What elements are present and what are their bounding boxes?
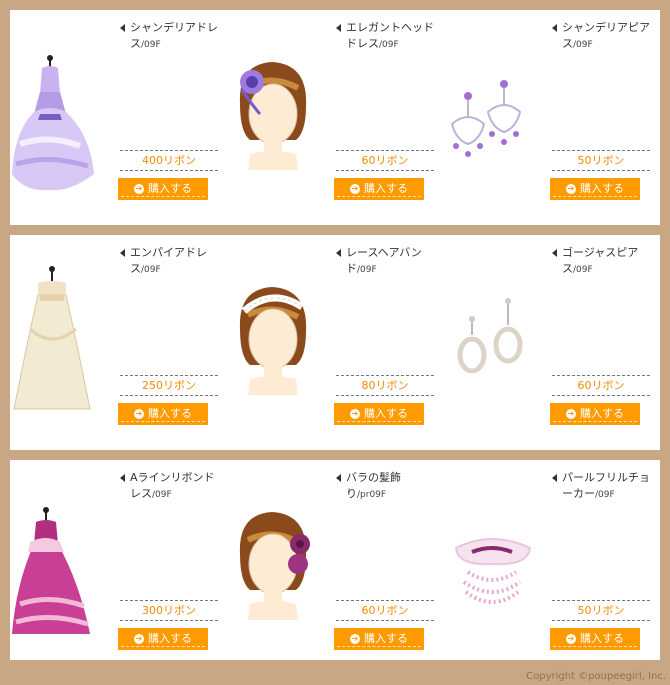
caret-left-icon bbox=[552, 474, 557, 482]
price-label: 50リボン bbox=[552, 600, 650, 621]
product-card: エレガントヘッドドレス/09F 60リボン ➔ 購入する bbox=[226, 10, 442, 220]
arrow-right-icon: ➔ bbox=[134, 634, 144, 644]
buy-button[interactable]: ➔ 購入する bbox=[334, 178, 424, 200]
caret-left-icon bbox=[336, 24, 341, 32]
price-label: 250リボン bbox=[120, 375, 218, 396]
caret-left-icon bbox=[552, 24, 557, 32]
arrow-right-icon: ➔ bbox=[350, 409, 360, 419]
buy-button[interactable]: ➔ 購入する bbox=[550, 403, 640, 425]
rose-hair-ornament-image[interactable] bbox=[226, 474, 334, 644]
price-label: 60リボン bbox=[336, 600, 434, 621]
arrow-right-icon: ➔ bbox=[134, 184, 144, 194]
arrow-right-icon: ➔ bbox=[566, 634, 576, 644]
product-row: エンパイアドレス/09F 250リボン ➔ 購入する レースヘアバンド/09F 8… bbox=[10, 235, 660, 450]
lavender-ballgown-dress-image[interactable] bbox=[10, 24, 118, 194]
product-name[interactable]: Aラインリボンドレス/09F bbox=[120, 470, 222, 503]
product-card: エンパイアドレス/09F 250リボン ➔ 購入する bbox=[10, 235, 226, 445]
buy-button[interactable]: ➔ 購入する bbox=[118, 403, 208, 425]
caret-left-icon bbox=[120, 24, 125, 32]
purple-flower-headdress-image[interactable] bbox=[226, 24, 334, 194]
product-name[interactable]: ゴージャスピアス/09F bbox=[552, 245, 654, 278]
price-label: 50リボン bbox=[552, 150, 650, 171]
lace-hairband-image[interactable] bbox=[226, 249, 334, 419]
buy-button[interactable]: ➔ 購入する bbox=[550, 178, 640, 200]
product-name[interactable]: シャンデリアピアス/09F bbox=[552, 20, 654, 53]
caret-left-icon bbox=[552, 249, 557, 257]
copyright-notice: Copyright ©poupeegirl, Inc. bbox=[526, 671, 666, 682]
product-name[interactable]: エレガントヘッドドレス/09F bbox=[336, 20, 438, 53]
caret-left-icon bbox=[120, 474, 125, 482]
price-label: 60リボン bbox=[552, 375, 650, 396]
caret-left-icon bbox=[336, 474, 341, 482]
magenta-ribbon-dress-image[interactable] bbox=[10, 474, 118, 644]
price-label: 60リボン bbox=[336, 150, 434, 171]
arrow-right-icon: ➔ bbox=[566, 184, 576, 194]
product-name[interactable]: レースヘアバンド/09F bbox=[336, 245, 438, 278]
product-card: シャンデリアピアス/09F 50リボン ➔ 購入する bbox=[442, 10, 658, 220]
product-row: Aラインリボンドレス/09F 300リボン ➔ 購入する バラの髪飾り/pr09F… bbox=[10, 460, 660, 660]
product-name[interactable]: シャンデリアドレス/09F bbox=[120, 20, 222, 53]
product-card: Aラインリボンドレス/09F 300リボン ➔ 購入する bbox=[10, 460, 226, 670]
product-card: ゴージャスピアス/09F 60リボン ➔ 購入する bbox=[442, 235, 658, 445]
arrow-right-icon: ➔ bbox=[350, 184, 360, 194]
buy-button[interactable]: ➔ 購入する bbox=[334, 628, 424, 650]
arrow-right-icon: ➔ bbox=[134, 409, 144, 419]
product-name[interactable]: バラの髪飾り/pr09F bbox=[336, 470, 438, 503]
caret-left-icon bbox=[120, 249, 125, 257]
arrow-right-icon: ➔ bbox=[566, 409, 576, 419]
arrow-right-icon: ➔ bbox=[350, 634, 360, 644]
product-card: シャンデリアドレス/09F 400リボン ➔ 購入する bbox=[10, 10, 226, 220]
product-card: パールフリルチョーカー/09F 50リボン ➔ 購入する bbox=[442, 460, 658, 670]
caret-left-icon bbox=[336, 249, 341, 257]
buy-button[interactable]: ➔ 購入する bbox=[118, 178, 208, 200]
product-row: シャンデリアドレス/09F 400リボン ➔ 購入する エレガントヘッドドレス/0… bbox=[10, 10, 660, 225]
buy-button[interactable]: ➔ 購入する bbox=[334, 403, 424, 425]
pearl-drop-earrings-image[interactable] bbox=[442, 249, 550, 419]
pearl-frill-choker-image[interactable] bbox=[442, 474, 550, 644]
product-card: レースヘアバンド/09F 80リボン ➔ 購入する bbox=[226, 235, 442, 445]
price-label: 400リボン bbox=[120, 150, 218, 171]
product-card: バラの髪飾り/pr09F 60リボン ➔ 購入する bbox=[226, 460, 442, 670]
product-name[interactable]: パールフリルチョーカー/09F bbox=[552, 470, 654, 503]
ivory-empire-dress-image[interactable] bbox=[10, 249, 118, 419]
price-label: 300リボン bbox=[120, 600, 218, 621]
buy-button[interactable]: ➔ 購入する bbox=[550, 628, 640, 650]
price-label: 80リボン bbox=[336, 375, 434, 396]
buy-button[interactable]: ➔ 購入する bbox=[118, 628, 208, 650]
product-name[interactable]: エンパイアドレス/09F bbox=[120, 245, 222, 278]
chandelier-earrings-image[interactable] bbox=[442, 24, 550, 194]
